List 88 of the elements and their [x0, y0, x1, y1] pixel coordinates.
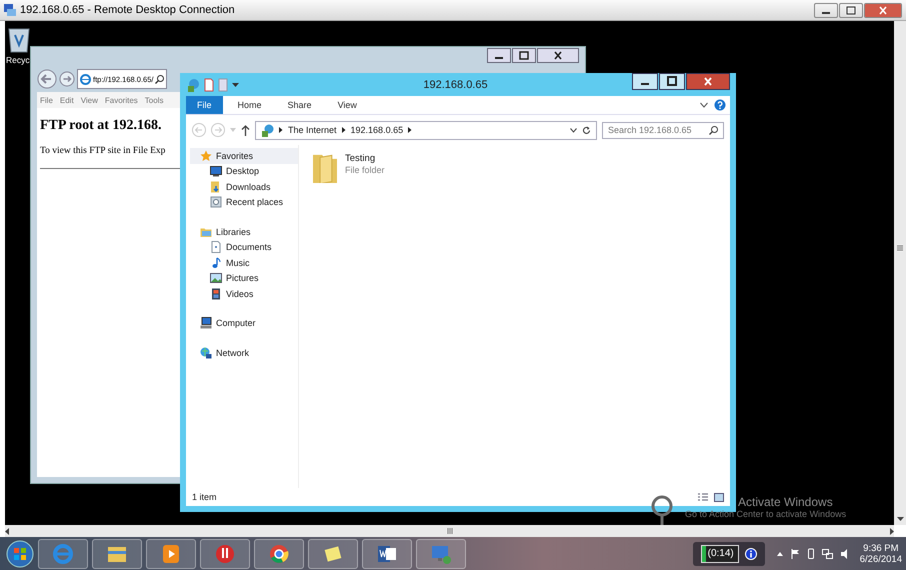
navigation-item[interactable]: Music [190, 255, 298, 270]
navigation-item[interactable]: Network [190, 345, 298, 360]
browser-logo-icon [52, 542, 74, 564]
minimize-icon[interactable] [814, 2, 838, 18]
taskbar-button[interactable] [308, 538, 358, 568]
music-note-icon [210, 256, 222, 269]
ribbon-tab[interactable]: Home [226, 96, 273, 114]
minimize-icon[interactable] [487, 48, 511, 63]
file-menu-tab[interactable]: File [186, 96, 223, 114]
monitor-icon [210, 165, 222, 178]
start-button-icon[interactable] [6, 540, 34, 568]
navigation-item[interactable]: Recent places [190, 194, 298, 210]
menu-item[interactable]: File [40, 96, 53, 104]
globe-icon [200, 346, 212, 359]
maximize-icon[interactable] [512, 48, 536, 63]
navigation-item[interactable]: Desktop [190, 164, 298, 179]
computer-icon [200, 317, 212, 330]
scrollbar-grip-icon [897, 245, 903, 251]
search-field[interactable]: Search 192.168.0.65 [602, 122, 724, 138]
scroll-left-arrow-icon[interactable] [5, 528, 9, 534]
library-folder-icon [200, 226, 212, 238]
remote-desktop-icon [4, 4, 16, 16]
star-icon [200, 150, 212, 162]
page-heading: FTP root at 192.168. [40, 118, 162, 134]
scroll-down-arrow-icon[interactable] [896, 517, 904, 521]
search-icon [155, 74, 164, 84]
search-icon [709, 126, 718, 134]
clock[interactable]: 9:36 PM 6/26/2014 [860, 542, 902, 564]
window-title: 192.168.0.65 - Remote Desktop Connection [20, 4, 235, 16]
navigation-item[interactable]: Pictures [190, 270, 298, 286]
battery-icon[interactable] [808, 548, 814, 559]
expand-ribbon-icon[interactable] [700, 102, 708, 108]
minimize-icon[interactable] [632, 73, 658, 90]
speaker-icon[interactable] [840, 548, 850, 558]
address-bar[interactable]: The Internet 192.168.0.65 [255, 120, 597, 140]
dropdown-caret-icon[interactable] [232, 81, 239, 88]
film-icon [210, 288, 222, 300]
ribbon-tab[interactable]: Share [276, 96, 323, 114]
play-icon [160, 542, 182, 564]
folder-item[interactable]: Testing File folder [311, 151, 718, 183]
taskbar-button[interactable] [200, 538, 250, 568]
taskbar-button[interactable] [362, 538, 412, 568]
browser-logo-icon [80, 74, 91, 84]
up-arrow-icon[interactable] [241, 124, 250, 136]
navigation-item[interactable]: Libraries [190, 224, 298, 240]
recent-places-icon [210, 196, 222, 208]
refresh-icon[interactable] [582, 126, 591, 134]
details-view-icon[interactable] [698, 492, 708, 502]
chrome-logo-icon [268, 542, 290, 564]
menu-item[interactable]: Edit [60, 96, 74, 104]
navigation-item[interactable]: Downloads [190, 179, 298, 194]
battery-time: (0:14) [700, 544, 739, 562]
breadcrumb-arrow-icon[interactable] [408, 127, 412, 133]
navigation-item[interactable]: Documents [190, 240, 298, 255]
scrollbar-grip-icon [446, 528, 452, 534]
close-icon[interactable] [686, 73, 730, 90]
menu-item[interactable]: Tools [144, 96, 164, 104]
taskbar-button[interactable] [92, 538, 142, 568]
ribbon-tab[interactable]: View [326, 96, 368, 114]
activation-message: Go to Action Center to activate Windows [685, 509, 846, 520]
item-count: 1 item [192, 492, 217, 502]
breadcrumb-arrow-icon[interactable] [279, 127, 283, 133]
scroll-right-arrow-icon[interactable] [890, 528, 894, 534]
show-hidden-icons-icon[interactable] [776, 552, 783, 556]
folder-icon [210, 180, 222, 193]
desktop-icon-label[interactable]: Recyc [6, 55, 30, 65]
breadcrumb-item[interactable]: 192.168.0.65 [350, 125, 404, 135]
large-icons-view-icon[interactable] [714, 492, 724, 502]
navigation-item[interactable]: Computer [190, 316, 298, 331]
close-icon[interactable] [537, 48, 579, 63]
flag-icon[interactable] [790, 548, 800, 558]
dropdown-caret-icon[interactable] [570, 128, 577, 132]
menu-item[interactable]: Favorites [104, 96, 138, 104]
maximize-icon[interactable] [659, 73, 685, 90]
document-icon [210, 241, 222, 254]
navigation-item[interactable]: Videos [190, 286, 298, 302]
help-icon[interactable] [714, 99, 726, 111]
taskbar-button[interactable] [254, 538, 304, 568]
window-title: 192.168.0.65 [422, 78, 489, 90]
navigation-item[interactable]: Favorites [190, 148, 298, 164]
breadcrumb-item[interactable]: The Internet [288, 125, 337, 135]
breadcrumb-arrow-icon[interactable] [342, 127, 346, 133]
picture-icon [210, 272, 222, 284]
page-text: To view this FTP site in File Exp [40, 146, 166, 156]
menu-item[interactable]: View [80, 96, 98, 104]
activation-title: Activate Windows [738, 495, 833, 509]
restore-icon[interactable] [839, 2, 863, 18]
info-icon[interactable] [744, 548, 757, 560]
